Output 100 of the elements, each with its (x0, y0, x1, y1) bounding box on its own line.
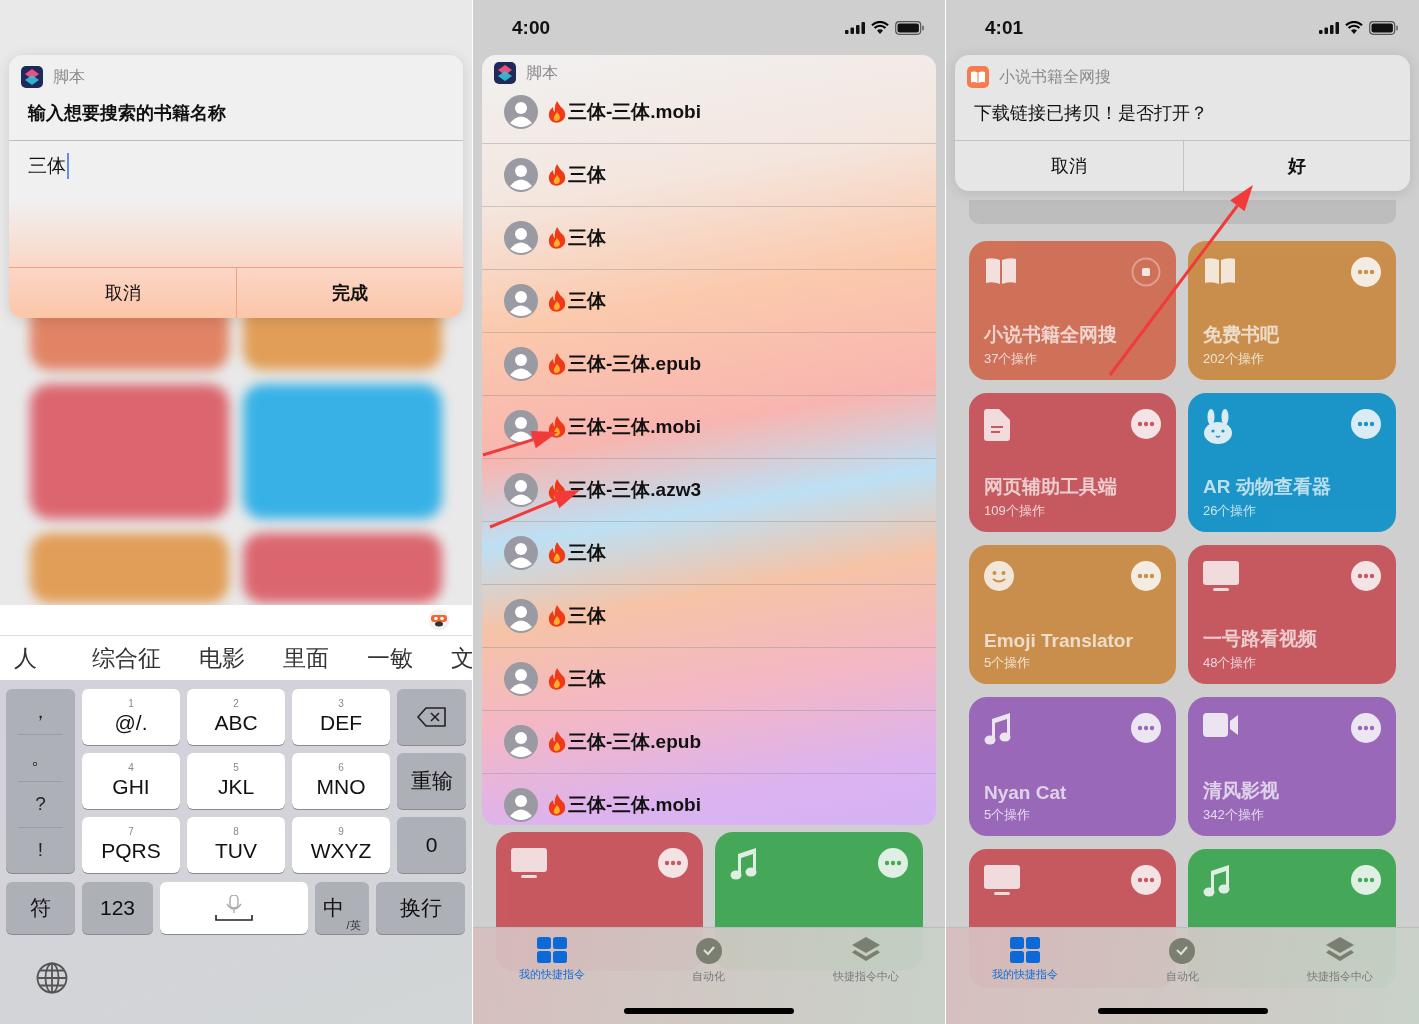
input-field[interactable]: 三体 (28, 153, 69, 179)
app-icon (21, 66, 43, 88)
candidate-word[interactable]: 电影 (199, 642, 245, 674)
grid-icon (536, 937, 567, 963)
result-row[interactable]: 三体-三体.epub (482, 711, 936, 774)
candidate-word[interactable]: 综合征 (92, 642, 161, 674)
smiley-icon (984, 561, 1014, 591)
globe-icon[interactable] (36, 962, 68, 994)
app-name: 小说书籍全网搜 (999, 66, 1111, 87)
book-icon (984, 257, 1018, 285)
card-subtitle: 48个操作 (1203, 654, 1258, 672)
app-name: 脚本 (526, 62, 558, 83)
signal-icon (845, 21, 865, 34)
delete-key[interactable] (397, 689, 466, 745)
more-button[interactable] (1351, 865, 1381, 895)
keyboard-key[interactable]: 3 DEF (292, 689, 390, 745)
result-row[interactable]: 三体-三体.epub (482, 333, 936, 396)
result-title: 三体 (568, 226, 606, 250)
result-row[interactable]: 三体-三体.mobi (482, 774, 936, 825)
flame-icon (548, 353, 566, 375)
more-button[interactable] (1351, 561, 1381, 591)
candidate-word[interactable]: 里面 (283, 642, 329, 674)
result-row[interactable]: 三体-三体.mobi (482, 81, 936, 144)
keyboard-key[interactable]: 8 TUV (187, 817, 285, 873)
avatar-icon (504, 95, 538, 129)
dialog-button[interactable]: 取消 (9, 268, 236, 318)
more-button[interactable] (658, 848, 688, 878)
dialog-button[interactable]: 完成 (236, 268, 463, 318)
keyboard-key[interactable]: 5 JKL (187, 753, 285, 809)
card-subtitle: 202个操作 (1203, 350, 1265, 368)
result-row[interactable]: 三体 (482, 207, 936, 270)
result-row[interactable]: 三体 (482, 648, 936, 711)
avatar-icon (504, 599, 538, 633)
more-button[interactable] (1351, 409, 1381, 439)
candidate-word[interactable]: 一敏 (367, 642, 413, 674)
result-title: 三体 (568, 541, 606, 565)
book-app-icon (967, 66, 989, 88)
app-icon (494, 62, 516, 84)
flame-icon (548, 290, 566, 312)
flame-icon (548, 668, 566, 690)
result-row[interactable]: 三体 (482, 522, 936, 585)
keyboard-key[interactable]: 换行 (376, 882, 465, 934)
more-button[interactable] (1131, 561, 1161, 591)
more-button[interactable] (878, 848, 908, 878)
punctuation-key[interactable]: ! (18, 827, 63, 873)
keyboard-key[interactable]: 9 WXYZ (292, 817, 390, 873)
avatar-icon (504, 788, 538, 822)
avatar-icon (504, 725, 538, 759)
keyboard-key[interactable]: 0 (397, 817, 466, 873)
book-icon (1203, 257, 1237, 285)
candidate-word[interactable]: 文 (451, 642, 472, 674)
punctuation-key[interactable]: 。 (18, 735, 63, 782)
result-title: 三体-三体.epub (568, 352, 701, 376)
wifi-icon (1345, 21, 1363, 34)
card-title: 免费书吧 (1203, 323, 1280, 347)
card-subtitle: 5个操作 (984, 806, 1032, 824)
result-row[interactable]: 三体 (482, 270, 936, 333)
card-title: AR 动物查看器 (1203, 475, 1332, 499)
clock-icon (695, 937, 723, 965)
language-key[interactable]: 中 /英 (315, 882, 369, 934)
keyboard-key[interactable]: 符 (6, 882, 75, 934)
keyboard-key[interactable]: 1 @/. (82, 689, 180, 745)
result-row[interactable]: 三体 (482, 585, 936, 648)
dialog-prompt: 输入想要搜索的书籍名称 (9, 87, 463, 141)
avatar-icon (504, 221, 538, 255)
keyboard-key[interactable]: 2 ABC (187, 689, 285, 745)
more-button[interactable] (1351, 713, 1381, 743)
avatar-icon (504, 158, 538, 192)
more-button[interactable] (1131, 713, 1161, 743)
result-row[interactable]: 三体 (482, 144, 936, 207)
result-title: 三体-三体.epub (568, 730, 701, 754)
result-title: 三体 (568, 163, 606, 187)
flame-icon (548, 101, 566, 123)
candidate-word[interactable]: 人 (14, 642, 37, 674)
stop-button[interactable] (1131, 257, 1161, 287)
keyboard-key[interactable]: 123 (82, 882, 153, 934)
more-button[interactable] (1131, 865, 1161, 895)
more-button[interactable] (1131, 409, 1161, 439)
result-title: 三体 (568, 667, 606, 691)
result-title: 三体 (568, 289, 606, 313)
punctuation-key[interactable]: ， (18, 689, 63, 736)
keyboard-key[interactable]: 重输 (397, 753, 466, 809)
tv-icon (511, 848, 547, 878)
microphone-icon (214, 895, 254, 921)
more-button[interactable] (1351, 257, 1381, 287)
card-title: 一号路看视频 (1203, 627, 1318, 651)
delete-icon (416, 707, 447, 727)
space-key[interactable] (160, 882, 308, 934)
keyboard-key[interactable]: 7 PQRS (82, 817, 180, 873)
keyboard-key[interactable]: 4 GHI (82, 753, 180, 809)
dialog-button[interactable]: 取消 (955, 141, 1183, 191)
result-title: 三体-三体.mobi (568, 793, 701, 817)
flame-icon (548, 794, 566, 816)
keyboard-key[interactable]: 6 MNO (292, 753, 390, 809)
avatar-icon (504, 536, 538, 570)
document-icon (984, 409, 1010, 441)
punctuation-key[interactable]: ? (18, 781, 63, 828)
video-camera-icon (1203, 713, 1239, 737)
alert-message: 下载链接已拷贝！是否打开？ (973, 102, 1209, 125)
avatar-icon (504, 284, 538, 318)
